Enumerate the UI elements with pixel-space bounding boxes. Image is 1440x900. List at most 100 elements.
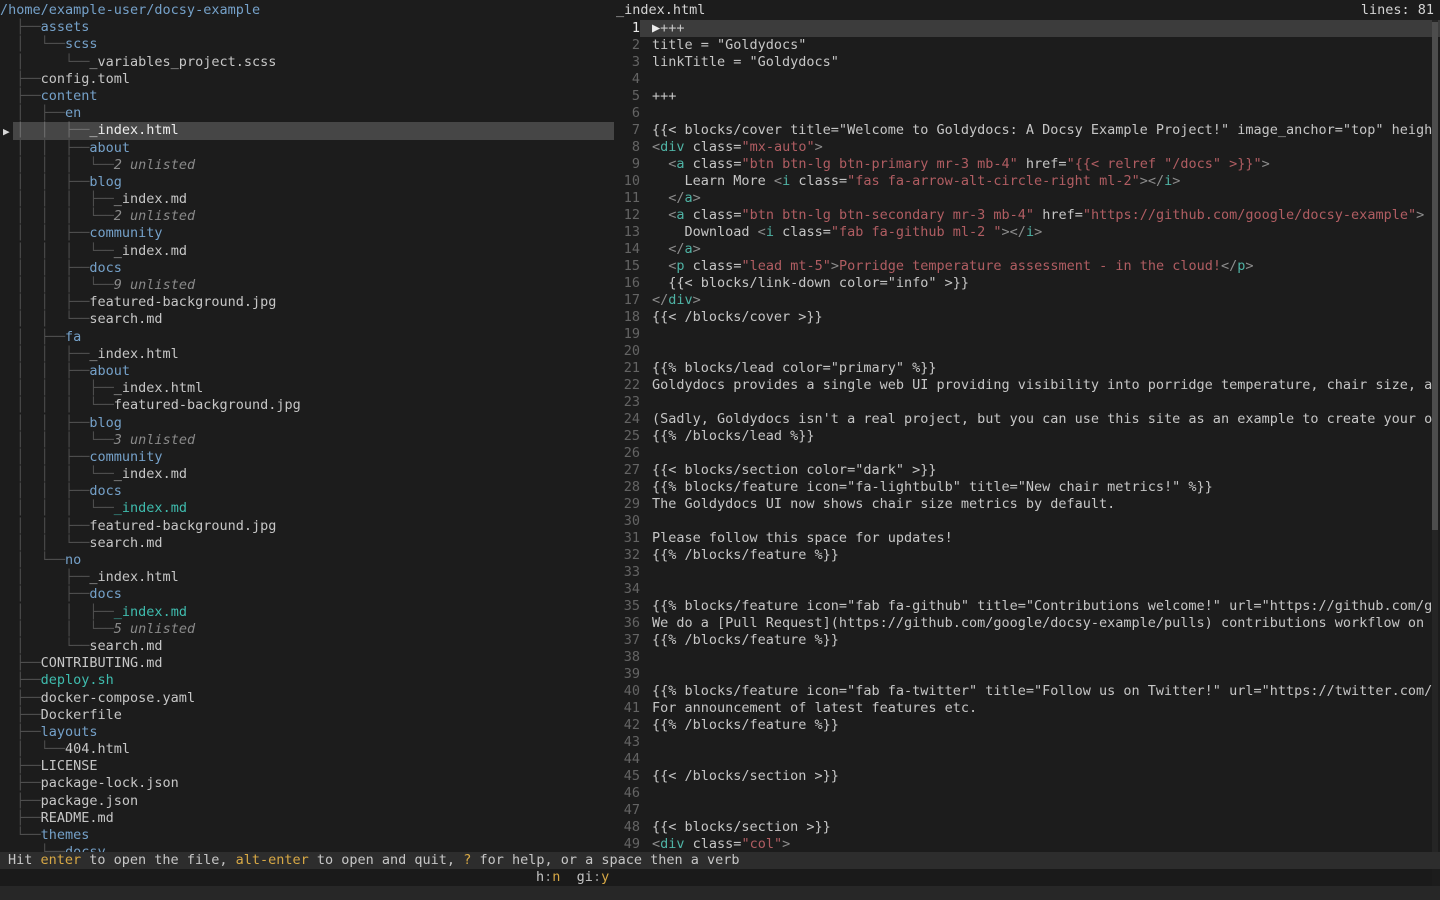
tree-file-name[interactable]: Dockerfile (41, 707, 122, 723)
tree-row[interactable]: │ ├──en (0, 105, 614, 122)
tree-file-name[interactable]: search.md (89, 535, 162, 551)
tree-directory-name[interactable]: blog (89, 174, 122, 190)
tree-row[interactable]: /home/example-user/docsy-example (0, 2, 614, 19)
tree-directory-name[interactable]: docs (89, 483, 122, 499)
tree-row[interactable]: │ │ └──search.md (0, 535, 614, 552)
tree-row[interactable]: ├──Dockerfile (0, 707, 614, 724)
tree-row[interactable]: │ │ │ └──_index.md (0, 466, 614, 483)
tree-file-name[interactable]: 404.html (65, 741, 130, 757)
tree-row[interactable]: │ │ ├──community (0, 449, 614, 466)
tree-directory-name[interactable]: themes (41, 827, 90, 843)
tree-row[interactable]: │ │ ├──docs (0, 483, 614, 500)
tree-row[interactable]: ├──CONTRIBUTING.md (0, 655, 614, 672)
tree-row[interactable]: ├──content (0, 88, 614, 105)
tree-row[interactable]: │ └──404.html (0, 741, 614, 758)
tree-file-name[interactable]: _index.md (114, 191, 187, 207)
tree-file-name[interactable]: LICENSE (41, 758, 98, 774)
tree-row[interactable]: │ │ │ └──9 unlisted (0, 277, 614, 294)
tree-row[interactable]: └──themes (0, 827, 614, 844)
tree-row[interactable]: ├──config.toml (0, 71, 614, 88)
tree-file-name[interactable]: _index.md (114, 243, 187, 259)
tree-directory-name[interactable]: /home/example-user/docsy-example (0, 2, 260, 18)
tree-file-name[interactable]: _index.md (114, 500, 187, 516)
tree-file-name[interactable]: search.md (89, 638, 162, 654)
tree-row[interactable]: │ │ │ └──3 unlisted (0, 432, 614, 449)
tree-directory-name[interactable]: content (41, 88, 98, 104)
tree-row[interactable]: ├──assets (0, 19, 614, 36)
tree-row[interactable]: │ ├──docs (0, 586, 614, 603)
tree-row[interactable]: │ │ ├──community (0, 225, 614, 242)
tree-row-selected[interactable]: ▶ │ │ ├──_index.html (0, 122, 614, 139)
tree-row[interactable]: │ │ ├──featured-background.jpg (0, 294, 614, 311)
tree-row[interactable]: │ │ ├──_index.html (0, 346, 614, 363)
tree-file-name[interactable]: featured-background.jpg (114, 397, 301, 413)
tree-file-name[interactable]: _index.html (89, 122, 178, 138)
tree-row[interactable]: │ ├──_index.html (0, 569, 614, 586)
tree-row[interactable]: │ │ └──5 unlisted (0, 621, 614, 638)
tree-row[interactable]: │ └──scss (0, 36, 614, 53)
tree-row[interactable]: │ │ ├──featured-background.jpg (0, 518, 614, 535)
tree-file-name[interactable]: README.md (41, 810, 114, 826)
tree-row[interactable]: │ │ │ ├──_index.md (0, 191, 614, 208)
preview-scrollbar-thumb[interactable] (1432, 22, 1438, 530)
tree-row[interactable]: ├──deploy.sh (0, 672, 614, 689)
tree-unlisted-count[interactable]: 3 unlisted (114, 432, 195, 448)
tree-directory-name[interactable]: community (89, 225, 162, 241)
tree-row[interactable]: ├──LICENSE (0, 758, 614, 775)
tree-directory-name[interactable]: docs (89, 586, 122, 602)
tree-file-name[interactable]: package.json (41, 793, 139, 809)
tree-file-name[interactable]: docker-compose.yaml (41, 690, 195, 706)
tree-directory-name[interactable]: assets (41, 19, 90, 35)
tree-row[interactable]: │ │ │ └──_index.md (0, 500, 614, 517)
tree-file-name[interactable]: config.toml (41, 71, 130, 87)
tree-file-name[interactable]: _index.html (89, 569, 178, 585)
tree-file-name[interactable]: _index.html (89, 346, 178, 362)
tree-directory-name[interactable]: about (89, 363, 130, 379)
tree-directory-name[interactable]: scss (65, 36, 98, 52)
tree-directory-name[interactable]: en (65, 105, 81, 121)
tree-row[interactable]: │ │ │ ├──_index.html (0, 380, 614, 397)
tree-directory-name[interactable]: docs (89, 260, 122, 276)
tree-row[interactable]: │ │ │ └──featured-background.jpg (0, 397, 614, 414)
tree-file-name[interactable]: deploy.sh (41, 672, 114, 688)
tree-row[interactable]: │ │ ├──blog (0, 174, 614, 191)
tree-unlisted-count[interactable]: 2 unlisted (114, 208, 195, 224)
tree-row[interactable]: │ ├──fa (0, 329, 614, 346)
tree-row[interactable]: ├──package.json (0, 793, 614, 810)
preview-scrollbar[interactable] (1432, 20, 1438, 852)
tree-directory-name[interactable]: community (89, 449, 162, 465)
tree-row[interactable]: │ │ │ └──_index.md (0, 243, 614, 260)
tree-file-name[interactable]: _index.md (114, 466, 187, 482)
tree-row[interactable]: │ │ ├──docs (0, 260, 614, 277)
tree-file-name[interactable]: CONTRIBUTING.md (41, 655, 163, 671)
tree-row[interactable]: │ └──_variables_project.scss (0, 54, 614, 71)
tree-directory-name[interactable]: blog (89, 415, 122, 431)
tree-row[interactable]: │ │ └──search.md (0, 311, 614, 328)
command-input-line[interactable]: :e h:n gi:y (0, 869, 1432, 886)
tree-directory-name[interactable]: no (65, 552, 81, 568)
tree-directory-name[interactable]: fa (65, 329, 81, 345)
tree-unlisted-count[interactable]: 2 unlisted (114, 157, 195, 173)
tree-row[interactable]: │ └──no (0, 552, 614, 569)
tree-row[interactable]: ├──README.md (0, 810, 614, 827)
tree-unlisted-count[interactable]: 5 unlisted (114, 621, 195, 637)
tree-row[interactable]: │ │ │ └──2 unlisted (0, 208, 614, 225)
tree-file-name[interactable]: _index.html (114, 380, 203, 396)
tree-file-name[interactable]: package-lock.json (41, 775, 179, 791)
tree-file-name[interactable]: _variables_project.scss (89, 54, 276, 70)
tree-file-name[interactable]: featured-background.jpg (89, 294, 276, 310)
tree-row[interactable]: │ │ ├──about (0, 140, 614, 157)
tree-row[interactable]: │ │ │ └──2 unlisted (0, 157, 614, 174)
tree-row[interactable]: ├──docker-compose.yaml (0, 690, 614, 707)
tree-row[interactable]: │ │ ├──about (0, 363, 614, 380)
tree-file-name[interactable]: featured-background.jpg (89, 518, 276, 534)
tree-directory-name[interactable]: docsy (65, 844, 106, 852)
tree-row[interactable]: ├──package-lock.json (0, 775, 614, 792)
tree-directory-name[interactable]: layouts (41, 724, 98, 740)
tree-row[interactable]: └──docsy (0, 844, 614, 852)
tree-row[interactable]: │ │ ├──blog (0, 415, 614, 432)
tree-file-name[interactable]: search.md (89, 311, 162, 327)
tree-file-name[interactable]: _index.md (114, 604, 187, 620)
tree-row[interactable]: │ │ ├──_index.md (0, 604, 614, 621)
tree-row[interactable]: ├──layouts (0, 724, 614, 741)
